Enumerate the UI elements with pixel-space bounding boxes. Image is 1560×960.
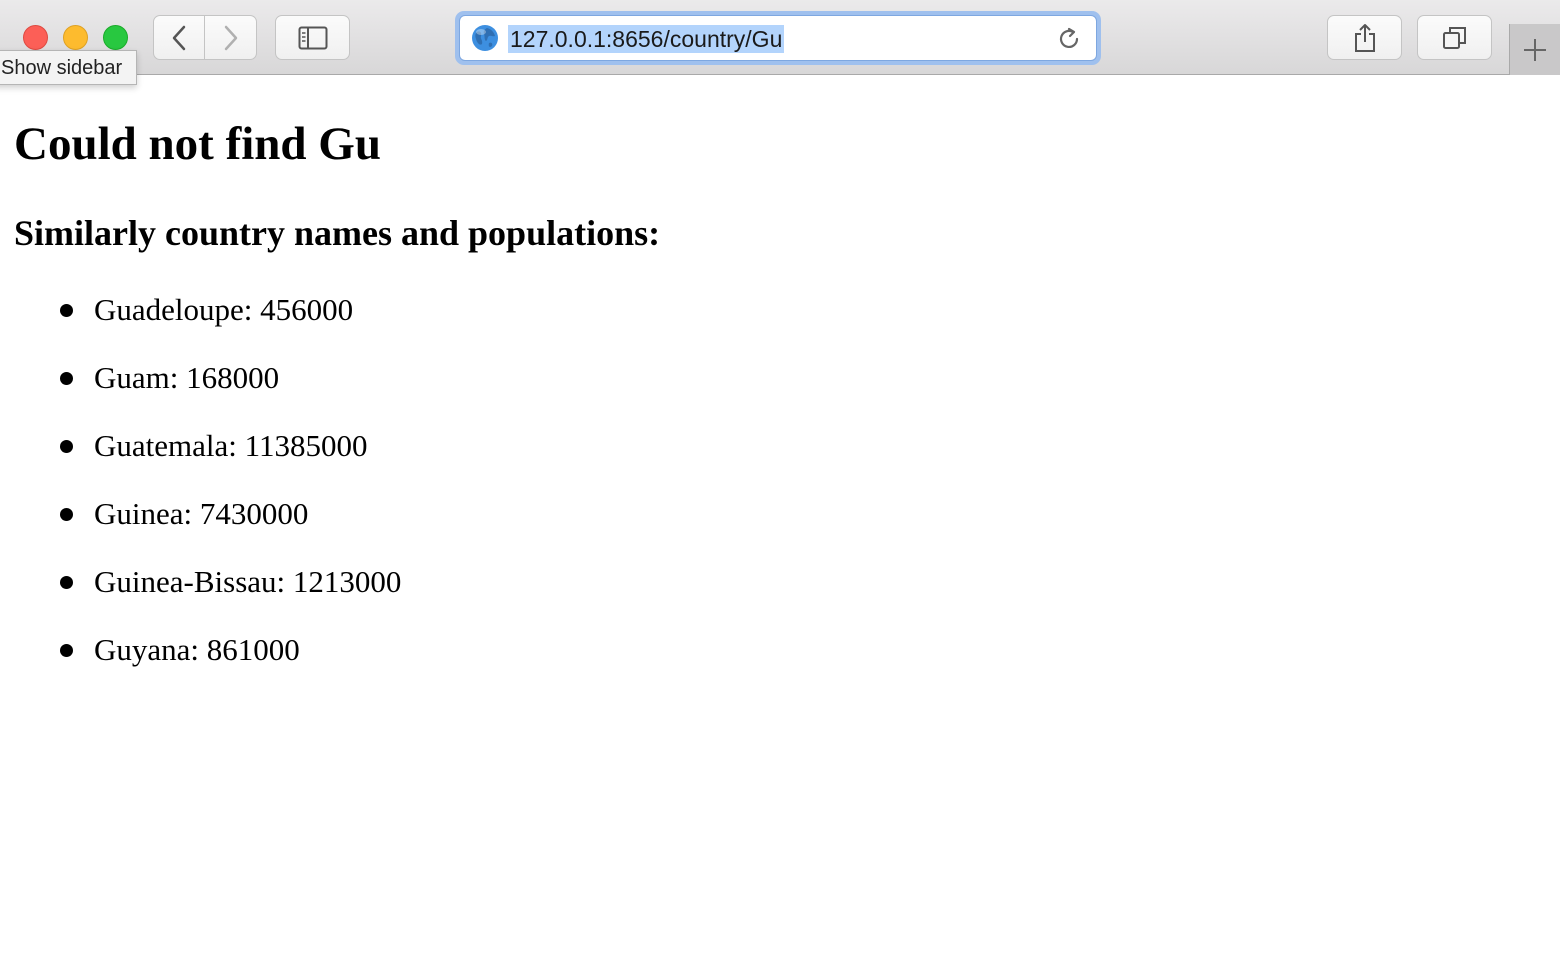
back-button[interactable] bbox=[153, 15, 205, 60]
page-title: Could not find Gu bbox=[14, 118, 382, 170]
list-item: Guyana: 861000 bbox=[14, 629, 401, 697]
country-list: Guadeloupe: 456000 Guam: 168000 Guatemal… bbox=[14, 289, 401, 697]
chevron-right-icon bbox=[224, 25, 237, 50]
bullet-icon bbox=[60, 508, 73, 521]
country-population: 168000 bbox=[186, 360, 280, 395]
list-item: Guatemala: 11385000 bbox=[14, 425, 401, 493]
country-population: 456000 bbox=[260, 292, 354, 327]
country-name: Guadeloupe bbox=[94, 292, 244, 327]
new-tab-button[interactable] bbox=[1509, 24, 1560, 75]
bullet-icon bbox=[60, 304, 73, 317]
country-population: 1213000 bbox=[292, 564, 402, 599]
country-name: Guyana bbox=[94, 632, 191, 667]
country-name: Guinea bbox=[94, 496, 184, 531]
globe-icon bbox=[472, 25, 498, 51]
list-item: Guinea: 7430000 bbox=[14, 493, 401, 561]
country-name: Guatemala bbox=[94, 428, 229, 463]
bullet-icon bbox=[60, 644, 73, 657]
page-subtitle: Similarly country names and populations: bbox=[14, 213, 661, 253]
forward-button[interactable] bbox=[205, 15, 257, 60]
reload-icon[interactable] bbox=[1056, 26, 1082, 52]
url-text[interactable]: 127.0.0.1:8656/country/Gu bbox=[508, 25, 785, 53]
bullet-icon bbox=[60, 576, 73, 589]
tabs-overview-icon bbox=[1442, 26, 1466, 49]
show-sidebar-button[interactable] bbox=[275, 15, 350, 60]
address-bar[interactable]: 127.0.0.1:8656/country/Gu bbox=[455, 11, 1101, 65]
list-item: Guadeloupe: 456000 bbox=[14, 289, 401, 357]
browser-toolbar: 127.0.0.1:8656/country/Gu bbox=[0, 0, 1560, 75]
tab-overview-button[interactable] bbox=[1417, 15, 1492, 60]
country-population: 7430000 bbox=[199, 496, 309, 531]
address-field[interactable]: 127.0.0.1:8656/country/Gu bbox=[459, 15, 1097, 61]
window-close-button[interactable] bbox=[23, 25, 48, 50]
country-population: 861000 bbox=[206, 632, 300, 667]
show-sidebar-tooltip: Show sidebar bbox=[0, 50, 138, 85]
window-minimize-button[interactable] bbox=[63, 25, 88, 50]
country-name: Guinea-Bissau bbox=[94, 564, 277, 599]
list-item: Guam: 168000 bbox=[14, 357, 401, 425]
window-maximize-button[interactable] bbox=[103, 25, 128, 50]
country-population: 11385000 bbox=[244, 428, 368, 463]
plus-icon bbox=[1524, 38, 1546, 61]
share-icon bbox=[1354, 23, 1375, 52]
bullet-icon bbox=[60, 372, 73, 385]
chevron-left-icon bbox=[172, 25, 186, 50]
list-item: Guinea-Bissau: 1213000 bbox=[14, 561, 401, 629]
bullet-icon bbox=[60, 440, 73, 453]
sidebar-icon bbox=[298, 26, 327, 49]
share-button[interactable] bbox=[1327, 15, 1402, 60]
country-name: Guam bbox=[94, 360, 170, 395]
